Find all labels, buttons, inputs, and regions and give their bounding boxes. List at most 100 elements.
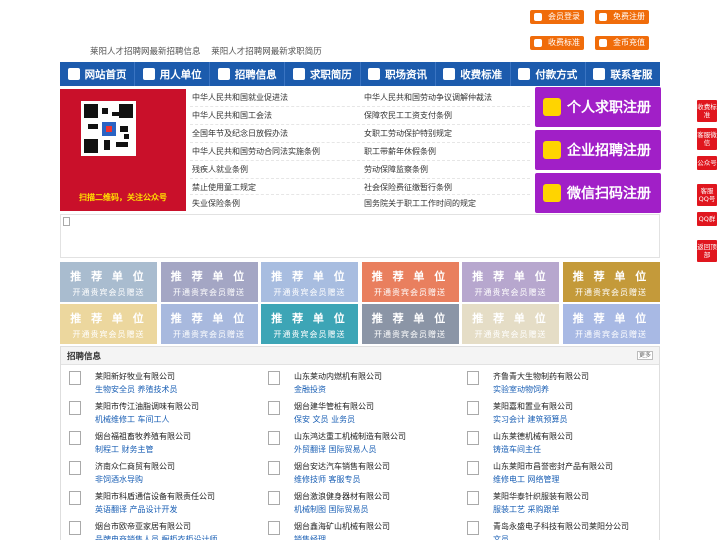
free-register-button[interactable]: 免费注册: [595, 10, 649, 24]
recommend-slot[interactable]: 推 荐 单 位开通贵宾会员赠送: [562, 304, 660, 344]
link-latest-resumes[interactable]: 莱阳人才招聘网最新求职简历: [211, 47, 322, 57]
recommend-slot[interactable]: 推 荐 单 位开通贵宾会员赠送: [160, 304, 258, 344]
job-item[interactable]: 莱阳华泰针织服装有限公司 服装工艺 采购跟单: [463, 489, 658, 519]
job-positions[interactable]: 铸造车间主任: [493, 444, 541, 455]
personal-register-button[interactable]: 个人求职注册: [535, 87, 661, 127]
law-link[interactable]: 残疾人就业条例: [192, 161, 248, 179]
recommend-slot[interactable]: 推 荐 单 位开通贵宾会员赠送: [462, 304, 559, 344]
nav-news[interactable]: 职场资讯: [361, 62, 436, 86]
job-item[interactable]: 山东鸿达重工机械制造有限公司 外贸翻译 国际贸易人员: [264, 429, 459, 459]
fee-standard-button[interactable]: 收费标准: [530, 36, 584, 50]
side-wechat[interactable]: 客服微信: [697, 128, 717, 150]
coin-recharge-button[interactable]: 金币充值: [595, 36, 649, 50]
job-item[interactable]: 山东莱德机械有限公司 铸造车间主任: [463, 429, 658, 459]
company-name[interactable]: 齐鲁青大生物制药有限公司: [493, 371, 589, 382]
job-item[interactable]: 烟台鑫海矿山机械有限公司销售经理: [264, 519, 459, 540]
recommend-slot[interactable]: 推 荐 单 位开通贵宾会员赠送: [562, 262, 660, 302]
company-name[interactable]: 莱阳华泰针织服装有限公司: [493, 491, 589, 502]
law-link[interactable]: 中华人民共和国工会法: [192, 107, 272, 125]
job-item[interactable]: 齐鲁青大生物制药有限公司 实验室动物饲养: [463, 369, 658, 399]
company-name[interactable]: 山东莱动内燃机有限公司: [294, 371, 382, 382]
company-name[interactable]: 青岛永盛电子科技有限公司莱阳分公司: [493, 521, 629, 532]
job-item[interactable]: 莱阳市科盾通信设备有限责任公司 英语翻译 产品设计开发: [65, 489, 260, 519]
nav-resumes[interactable]: 求职简历: [285, 62, 361, 86]
side-qq-group[interactable]: QQ群: [697, 212, 717, 226]
job-item[interactable]: 山东莱动内燃机有限公司 金融投资: [264, 369, 459, 399]
law-link[interactable]: 保障农民工工资支付条例: [364, 107, 452, 125]
law-link[interactable]: 中华人民共和国劳动争议调解仲裁法: [364, 89, 492, 107]
recommend-slot[interactable]: 推 荐 单 位开通贵宾会员赠送: [462, 262, 559, 302]
company-name[interactable]: 烟台鑫海矿山机械有限公司: [294, 521, 390, 532]
recommend-slot[interactable]: 推 荐 单 位开通贵宾会员赠送: [160, 262, 258, 302]
nav-support[interactable]: 联系客服: [586, 62, 660, 86]
side-official-account[interactable]: 公众号: [697, 156, 717, 170]
company-name[interactable]: 烟台福祖畜牧养殖有限公司: [95, 431, 191, 442]
company-name[interactable]: 烟台安达汽车销售有限公司: [294, 461, 390, 472]
job-item[interactable]: 莱阳嘉和置业有限公司 实习会计 建筑预算员: [463, 399, 658, 429]
company-name[interactable]: 莱阳嘉和置业有限公司: [493, 401, 573, 412]
nav-employers[interactable]: 用人单位: [135, 62, 211, 86]
job-positions[interactable]: 品牌电商销售人员 橱柜衣柜设计师: [95, 534, 218, 540]
job-positions[interactable]: 实习会计 建筑预算员: [493, 414, 568, 425]
company-name[interactable]: 烟台建华管桩有限公司: [294, 401, 374, 412]
nav-payment[interactable]: 付款方式: [511, 62, 586, 86]
law-link[interactable]: 职工带薪年休假条例: [364, 143, 436, 161]
ad-banner[interactable]: [60, 214, 660, 258]
job-item[interactable]: 莱阳新好牧业有限公司 生物安全员 养殖技术员: [65, 369, 260, 399]
job-positions[interactable]: 英语翻译 产品设计开发: [95, 504, 178, 515]
law-link[interactable]: 全国年节及纪念日放假办法: [192, 125, 288, 143]
job-item[interactable]: 烟台市欧帝亚家居有限公司品牌电商销售人员 橱柜衣柜设计师: [65, 519, 260, 540]
member-login-button[interactable]: 会员登录: [530, 10, 584, 24]
company-name[interactable]: 莱阳市传江油脂调味有限公司: [95, 401, 199, 412]
job-item[interactable]: 山东莱阳市昌誉密封产品有限公司 维修电工 网络管理: [463, 459, 658, 489]
law-link[interactable]: 劳动保障监察条例: [364, 161, 428, 179]
recommend-slot[interactable]: 推 荐 单 位开通贵宾会员赠送: [261, 262, 358, 302]
nav-home[interactable]: 网站首页: [60, 62, 136, 86]
job-positions[interactable]: 机械制图 国际贸易员: [294, 504, 369, 515]
job-positions[interactable]: 服装工艺 采购跟单: [493, 504, 560, 515]
job-positions[interactable]: 维修技师 客服专员: [294, 474, 361, 485]
job-positions[interactable]: 生物安全员 养殖技术员: [95, 384, 178, 395]
job-positions[interactable]: 外贸翻译 国际贸易人员: [294, 444, 377, 455]
more-button[interactable]: 更多: [637, 351, 653, 360]
link-latest-jobs[interactable]: 莱阳人才招聘网最新招聘信息: [90, 47, 201, 57]
job-item[interactable]: 莱阳市传江油脂调味有限公司 机械维修工 车间工人: [65, 399, 260, 429]
job-positions[interactable]: 维修电工 网络管理: [493, 474, 560, 485]
job-item[interactable]: 烟台安达汽车销售有限公司 维修技师 客服专员: [264, 459, 459, 489]
job-positions[interactable]: 保安 文员 业务员: [294, 414, 355, 425]
company-name[interactable]: 济南众仁商贸有限公司: [95, 461, 175, 472]
job-positions[interactable]: 实验室动物饲养: [493, 384, 549, 395]
recommend-slot[interactable]: 推 荐 单 位开通贵宾会员赠送: [60, 304, 157, 344]
job-item[interactable]: 青岛永盛电子科技有限公司莱阳分公司文员: [463, 519, 658, 540]
company-name[interactable]: 烟台市欧帝亚家居有限公司: [95, 521, 191, 532]
job-item[interactable]: 济南众仁商贸有限公司 非饲酒水导购: [65, 459, 260, 489]
wechat-register-button[interactable]: 微信扫码注册: [535, 173, 661, 213]
job-positions[interactable]: 制程工 财务主管: [95, 444, 154, 455]
side-fee-standard[interactable]: 收费标准: [697, 100, 717, 122]
law-link[interactable]: 中华人民共和国就业促进法: [192, 89, 288, 107]
job-positions[interactable]: 机械维修工 车间工人: [95, 414, 170, 425]
law-link[interactable]: 女职工劳动保护特别规定: [364, 125, 452, 143]
company-name[interactable]: 莱阳新好牧业有限公司: [95, 371, 175, 382]
company-name[interactable]: 山东莱阳市昌誉密封产品有限公司: [493, 461, 613, 472]
recommend-slot[interactable]: 推 荐 单 位开通贵宾会员赠送: [60, 262, 157, 302]
side-qq[interactable]: 客服QQ号: [697, 184, 717, 206]
nav-jobs[interactable]: 招聘信息: [210, 62, 286, 86]
company-register-button[interactable]: 企业招聘注册: [535, 130, 661, 170]
job-positions[interactable]: 文员: [493, 534, 509, 540]
back-to-top-button[interactable]: 返回顶部: [697, 240, 717, 262]
law-link[interactable]: 失业保险条例: [192, 195, 240, 213]
law-link[interactable]: 中华人民共和国劳动合同法实施条例: [192, 143, 320, 161]
recommend-slot[interactable]: 推 荐 单 位开通贵宾会员赠送: [361, 262, 459, 302]
job-positions[interactable]: 非饲酒水导购: [95, 474, 143, 485]
company-name[interactable]: 莱阳市科盾通信设备有限责任公司: [95, 491, 215, 502]
recommend-slot[interactable]: 推 荐 单 位开通贵宾会员赠送: [361, 304, 459, 344]
company-name[interactable]: 烟台激浪健身器材有限公司: [294, 491, 390, 502]
job-positions[interactable]: 销售经理: [294, 534, 326, 540]
job-item[interactable]: 烟台福祖畜牧养殖有限公司 制程工 财务主管: [65, 429, 260, 459]
job-item[interactable]: 烟台激浪健身器材有限公司 机械制图 国际贸易员: [264, 489, 459, 519]
job-positions[interactable]: 金融投资: [294, 384, 326, 395]
company-name[interactable]: 山东鸿达重工机械制造有限公司: [294, 431, 406, 442]
nav-fees[interactable]: 收费标准: [436, 62, 511, 86]
job-item[interactable]: 烟台建华管桩有限公司 保安 文员 业务员: [264, 399, 459, 429]
